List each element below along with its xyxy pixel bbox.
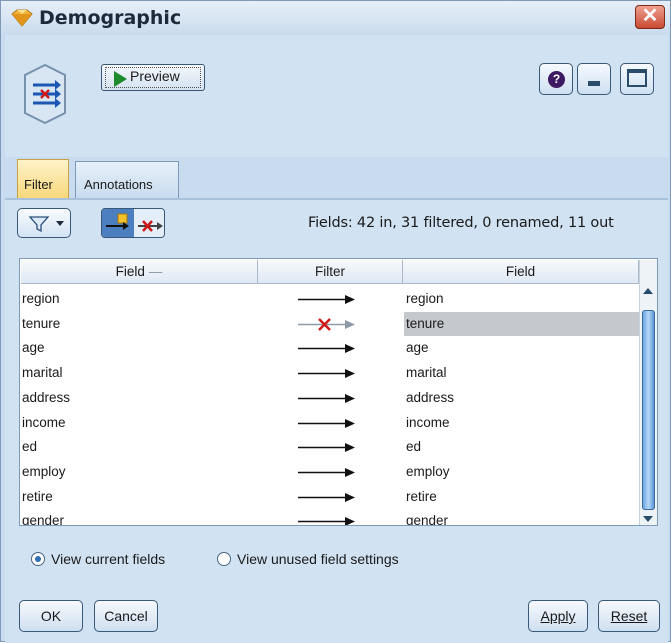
output-field-name[interactable]: retire [404, 485, 640, 509]
maximize-icon [627, 69, 647, 87]
close-icon: ✕ [641, 5, 659, 27]
input-field-name: address [22, 389, 71, 405]
table-row[interactable]: marital marital [21, 361, 639, 386]
output-field-name[interactable]: marital [404, 361, 640, 385]
table-row[interactable]: age age [21, 336, 639, 361]
pass-fields-icon [106, 213, 129, 230]
radio-label: View current fields [51, 551, 166, 567]
output-field-name[interactable]: region [404, 287, 640, 311]
scrollbar-thumb[interactable] [642, 310, 655, 510]
chevron-down-icon [56, 221, 64, 226]
column-header-input-field[interactable]: Field — [21, 260, 258, 284]
help-icon: ? [548, 71, 565, 88]
radio-button[interactable] [31, 552, 45, 566]
field-filter-table: Field — Filter Field region region tenure te… [19, 258, 658, 526]
input-field-name: tenure [22, 315, 61, 331]
filtered-arrow-icon[interactable] [298, 317, 355, 331]
table-row[interactable]: region region [21, 287, 639, 312]
close-button[interactable]: ✕ [635, 5, 665, 29]
filter-node-icon [24, 63, 66, 125]
dialog-window: Demographic ✕ Preview ? Filter Annotatio… [0, 0, 671, 643]
radio-button[interactable] [217, 552, 231, 566]
ok-button[interactable]: OK [19, 600, 83, 632]
table-row[interactable]: retire retire [21, 485, 639, 510]
input-field-name: gender [22, 513, 65, 526]
input-field-name: marital [22, 365, 63, 381]
input-field-name: ed [22, 439, 38, 455]
column-header-label: Field [115, 264, 145, 279]
output-field-name[interactable]: gender [404, 509, 640, 525]
table-row[interactable]: address address [21, 386, 639, 411]
preview-label: Preview [130, 68, 180, 84]
scroll-down-icon[interactable] [643, 516, 653, 522]
node-diamond-icon [11, 9, 33, 27]
table-row[interactable]: tenure tenure [21, 311, 640, 337]
output-field-name[interactable]: tenure [404, 311, 640, 336]
preview-button[interactable]: Preview [101, 64, 205, 91]
maximize-button[interactable] [620, 63, 654, 95]
tab-filter-label: Filter [24, 177, 53, 192]
pass-arrow-icon[interactable] [298, 344, 355, 354]
table-row[interactable]: gender gender [21, 509, 640, 526]
output-field-name[interactable]: income [404, 411, 640, 435]
field-summary-status: Fields: 42 in, 31 filtered, 0 renamed, 1… [308, 215, 614, 231]
toolbar-area [5, 35, 668, 157]
table-row[interactable]: ed ed [21, 435, 639, 460]
pass-arrow-icon[interactable] [298, 467, 355, 477]
minimize-button[interactable] [577, 63, 611, 95]
play-icon [114, 71, 127, 87]
input-field-name: income [22, 414, 66, 430]
pass-arrow-icon[interactable] [298, 517, 355, 526]
column-header-output-field[interactable]: Field [403, 260, 639, 284]
output-field-name[interactable]: ed [404, 435, 640, 459]
filter-options-menu[interactable] [17, 208, 71, 238]
column-header-filter[interactable]: Filter [258, 260, 403, 284]
scroll-up-icon[interactable] [643, 288, 653, 294]
sort-indicator-icon: — [148, 264, 163, 279]
discard-fields-icon [138, 220, 163, 232]
pass-arrow-icon[interactable] [298, 393, 355, 403]
cancel-button[interactable]: Cancel [94, 600, 158, 632]
output-field-name[interactable]: address [404, 386, 640, 410]
discard-mode-button[interactable] [134, 209, 164, 237]
reset-button[interactable]: Reset [598, 600, 660, 632]
input-field-name: employ [22, 463, 66, 479]
input-field-name: region [22, 291, 60, 306]
help-button[interactable]: ? [539, 63, 573, 95]
input-field-name: retire [22, 488, 53, 504]
pass-arrow-icon[interactable] [298, 443, 355, 453]
tab-annotations-label: Annotations [84, 177, 153, 192]
tab-filter[interactable]: Filter [17, 159, 69, 199]
column-header-label: Field [505, 264, 536, 279]
title-bar[interactable]: Demographic ✕ [1, 1, 670, 35]
pass-arrow-icon[interactable] [298, 418, 355, 428]
vertical-scrollbar[interactable] [639, 260, 657, 525]
window-title: Demographic [39, 7, 182, 29]
pass-arrow-icon[interactable] [298, 369, 355, 379]
pass-all-mode-button[interactable] [102, 209, 134, 237]
column-header-label: Filter [315, 264, 345, 279]
filter-mode-toggle [101, 208, 165, 238]
table-row[interactable]: employ employ [21, 460, 639, 485]
pass-arrow-icon[interactable] [298, 492, 355, 502]
output-field-name[interactable]: employ [404, 460, 640, 484]
output-field-name[interactable]: age [404, 336, 640, 360]
input-field-name: age [22, 340, 45, 356]
pass-arrow-icon[interactable] [298, 295, 355, 304]
tab-annotations[interactable]: Annotations [75, 161, 179, 199]
funnel-icon [28, 216, 50, 233]
table-row[interactable]: income income [21, 411, 639, 436]
minimize-icon [588, 81, 600, 86]
apply-button[interactable]: Apply [528, 600, 588, 632]
radio-label: View unused field settings [237, 551, 399, 567]
